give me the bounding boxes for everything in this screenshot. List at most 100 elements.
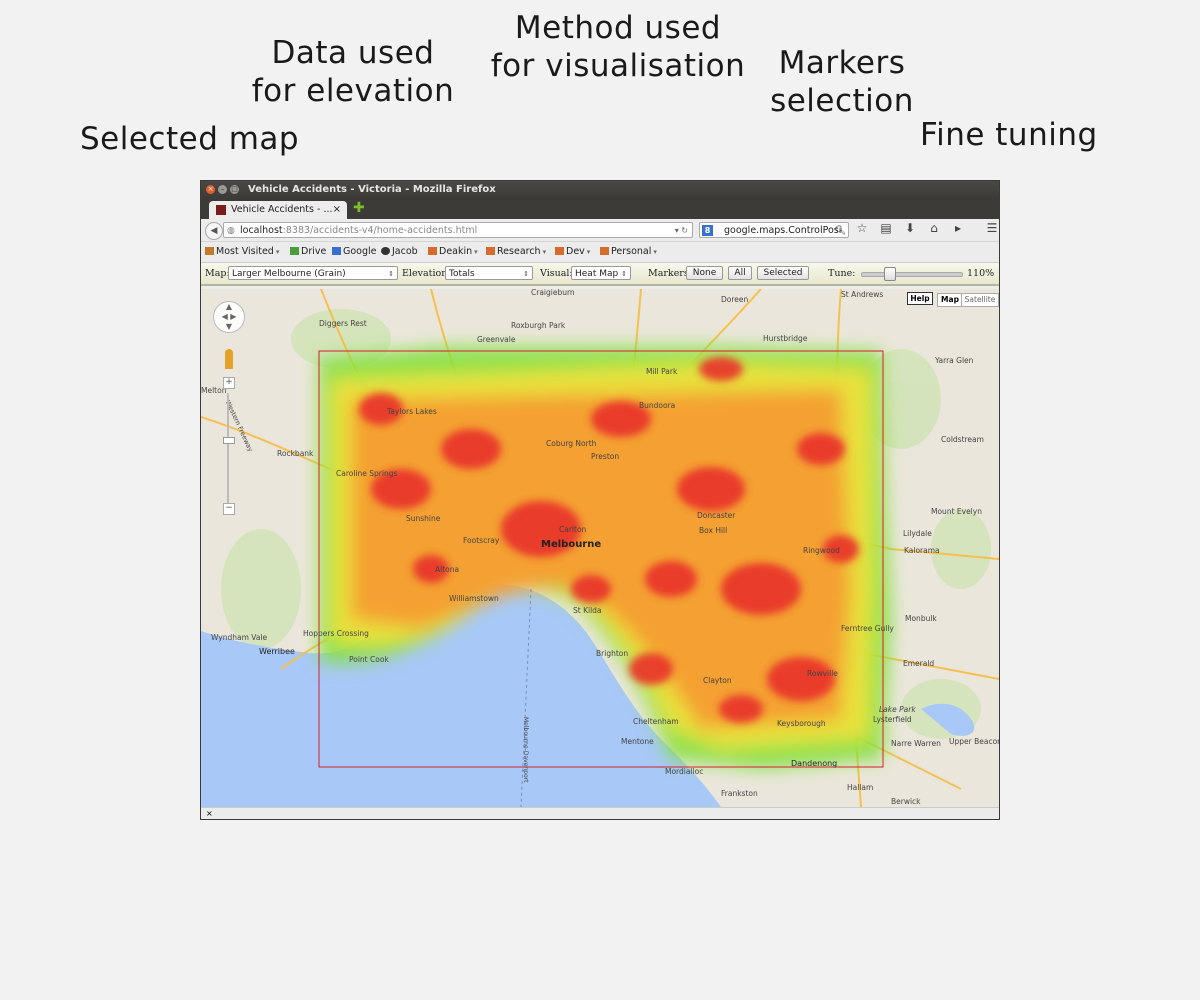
annotation-selected-map: Selected map (80, 121, 300, 157)
map-place-label: Ringwood (803, 546, 840, 555)
map-place-label: Taylors Lakes (387, 407, 437, 416)
menu-icon[interactable]: ☰ (985, 221, 999, 235)
map-place-label: Sunshine (406, 514, 441, 523)
tune-label: Tune: (828, 268, 856, 279)
bookmark-label: Most Visited (216, 246, 274, 257)
map-place-label: Upper Beaconsfield (949, 737, 999, 746)
globe-icon: ◍ (227, 226, 235, 236)
bookmarks-toolbar: Most Visited ▾ Drive Google Jacob Deakin ▾… (201, 242, 999, 263)
folder-icon (555, 247, 564, 255)
bookmark-label: Drive (301, 246, 327, 257)
map-place-label: Hallam (847, 783, 874, 792)
map-place-label: Narre Warren (891, 739, 941, 748)
tab-vehicle-accidents[interactable]: Vehicle Accidents - ... × (209, 201, 347, 219)
updown-arrow-icon: ⇕ (388, 270, 394, 278)
map-place-label: Coburg North (546, 439, 597, 448)
map-place-label: Wyndham Vale (211, 633, 268, 642)
tab-close-icon[interactable]: × (333, 201, 341, 219)
bookmark-label: Deakin (439, 246, 473, 257)
map-place-label: Williamstown (449, 594, 499, 603)
map-select-value: Larger Melbourne (Grain) (232, 269, 346, 279)
map-place-label: Point Cook (349, 655, 389, 664)
bookmark-deakin[interactable]: Deakin ▾ (428, 242, 478, 262)
map-type-satellite-button[interactable]: Satellite (961, 293, 999, 307)
updown-arrow-icon: ⇕ (523, 270, 529, 278)
map-place-label: Mordialloc (665, 767, 704, 776)
markers-none-button[interactable]: None (686, 266, 723, 280)
new-tab-icon[interactable]: ✚ (353, 200, 365, 216)
map-place-label: Mill Park (646, 367, 678, 376)
tune-slider-track[interactable] (861, 272, 963, 277)
map-place-label: Lilydale (903, 529, 932, 538)
tab-strip: Vehicle Accidents - ... × ✚ (201, 199, 999, 219)
addon-icon[interactable]: ▸ (951, 221, 965, 235)
bookmark-drive[interactable]: Drive (290, 242, 326, 262)
home-icon[interactable]: ⌂ (927, 221, 941, 235)
map-place-label: Roxburgh Park (511, 321, 566, 330)
map-place-label: Rockbank (277, 449, 314, 458)
map-place-label: Carlton (559, 525, 587, 534)
download-icon[interactable]: ⬇ (903, 221, 917, 235)
browser-window: × – □ Vehicle Accidents - Victoria - Moz… (200, 180, 1000, 820)
map-type-map-button[interactable]: Map (937, 293, 963, 307)
map-place-label: Caroline Springs (336, 469, 398, 478)
bookmark-jacob[interactable]: Jacob (381, 242, 418, 262)
magnifier-icon[interactable]: 🔍︎ (835, 223, 846, 237)
back-arrow-icon[interactable]: ◀ (205, 222, 223, 240)
map-place-label: Doreen (721, 295, 749, 304)
elevation-label: Elevation: (402, 268, 451, 279)
map-place-label: Lake Park (879, 705, 916, 714)
map-place-label: Rowville (807, 669, 838, 678)
annotation-markers: Markers selection (770, 45, 914, 119)
map-place-label: Box Hill (699, 526, 728, 535)
markers-all-button[interactable]: All (728, 266, 752, 280)
bookmark-dev[interactable]: Dev ▾ (555, 242, 590, 262)
close-window-button[interactable]: × (206, 185, 215, 194)
map-city-label: Melbourne (541, 539, 602, 550)
url-bar[interactable]: ◍ localhost:8383/accidents-v4/home-accid… (223, 222, 693, 238)
bookmark-label: Research (497, 246, 541, 257)
road-label: Melbourne-Davenport (522, 717, 529, 783)
annotation-fine-tuning: Fine tuning (920, 117, 1098, 153)
map-place-label: Bundoora (639, 401, 676, 410)
bookmark-research[interactable]: Research ▾ (486, 242, 546, 262)
street-view-pegman-icon[interactable] (225, 349, 233, 369)
zoom-slider-track[interactable] (227, 393, 229, 503)
bookmark-google[interactable]: Google (332, 242, 377, 262)
search-input[interactable]: 8 google.maps.ControlPosi 🔍︎ (699, 222, 849, 238)
annotation-method: Method used for visualisation (490, 10, 746, 84)
navigation-bar: ◀ ◍ localhost:8383/accidents-v4/home-acc… (201, 219, 999, 242)
map-place-label: Mentone (621, 737, 654, 746)
map-place-label: Hoppers Crossing (303, 629, 369, 638)
map-place-label: Berwick (891, 797, 921, 806)
tab-label: Vehicle Accidents - ... (231, 204, 333, 215)
pan-control-icon[interactable]: ▲ ◀ ▶ ▼ (213, 301, 245, 333)
zoom-slider-knob[interactable] (223, 437, 235, 444)
clipboard-icon[interactable]: ▤ (879, 221, 893, 235)
bookmark-personal[interactable]: Personal ▾ (600, 242, 657, 262)
tune-value: 110% (967, 268, 995, 279)
minimize-window-button[interactable]: – (218, 185, 227, 194)
control-toolbar: Map: Larger Melbourne (Grain) ⇕ Elevation… (201, 263, 999, 286)
bookmark-label: Personal (611, 246, 652, 257)
bookmark-most-visited[interactable]: Most Visited ▾ (205, 242, 279, 262)
map-place-label: Kalorama (904, 546, 940, 555)
markers-selected-button[interactable]: Selected (757, 266, 809, 280)
bookmark-label: Jacob (392, 246, 418, 257)
elevation-select[interactable]: Totals ⇕ (445, 266, 533, 280)
map-place-label: Coldstream (941, 435, 984, 444)
map-place-label: Werribee (259, 647, 295, 656)
map-place-label: St Kilda (573, 606, 602, 615)
visual-select[interactable]: Heat Map ⇕ (571, 266, 631, 280)
zoom-in-icon[interactable]: + (223, 377, 235, 389)
maximize-window-button[interactable]: □ (230, 185, 239, 194)
status-close-icon[interactable]: × (206, 809, 213, 818)
map-place-label: Clayton (703, 676, 732, 685)
tune-slider-handle[interactable] (883, 267, 896, 281)
reload-icon[interactable]: ▾ ↻ (675, 223, 688, 237)
map-canvas[interactable]: Melbourne Diggers Rest Roxburgh Park Gre… (201, 289, 999, 807)
map-select[interactable]: Larger Melbourne (Grain) ⇕ (228, 266, 398, 280)
bookmark-star-icon[interactable]: ☆ (855, 221, 869, 235)
zoom-out-icon[interactable]: − (223, 503, 235, 515)
map-help-button[interactable]: Help (907, 292, 933, 305)
